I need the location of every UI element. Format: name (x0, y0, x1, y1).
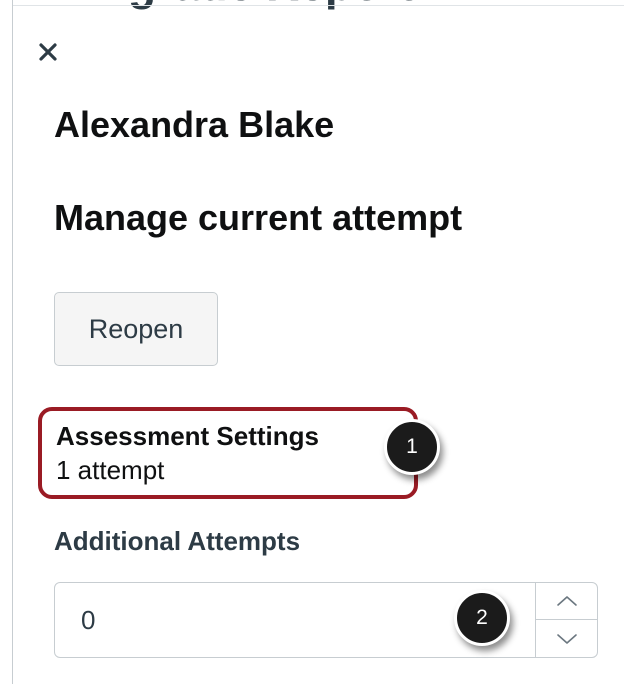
attempt-tray: grade Report Alexandra Blake Manage curr… (0, 0, 624, 684)
reopen-button[interactable]: Reopen (54, 292, 218, 366)
student-name: Alexandra Blake (54, 104, 335, 145)
decrement-button[interactable] (536, 620, 597, 657)
close-button[interactable] (34, 38, 62, 66)
tray-top-border (12, 5, 624, 6)
chevron-up-icon (556, 596, 577, 606)
assessment-settings-label: Assessment Settings (56, 421, 319, 451)
quantity-stepper (535, 583, 597, 657)
tray-left-border (12, 0, 13, 684)
assessment-settings-value: 1 attempt (56, 455, 165, 485)
additional-attempts-value: 0 (81, 605, 96, 635)
additional-attempts-input[interactable]: 0 (54, 582, 598, 658)
section-title: Manage current attempt (54, 197, 463, 238)
chevron-down-icon (556, 633, 577, 644)
additional-attempts-label: Additional Attempts (54, 526, 301, 556)
close-icon (39, 43, 57, 61)
page-heading-cropped: grade Report (128, 0, 414, 8)
callout-badge-2: 2 (454, 590, 510, 646)
callout-badge-1: 1 (384, 419, 440, 475)
increment-button[interactable] (536, 583, 597, 620)
